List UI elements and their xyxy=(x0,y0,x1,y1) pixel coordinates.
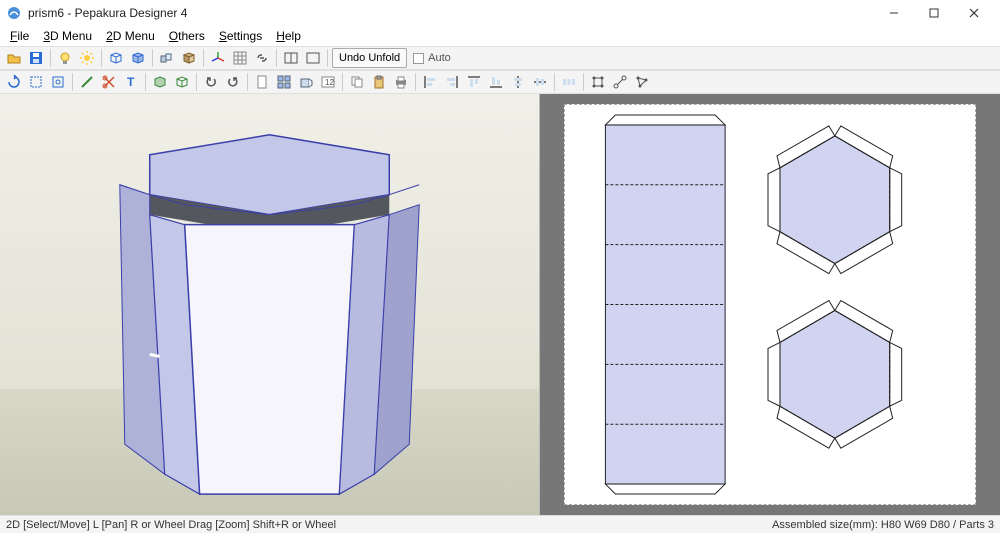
svg-text:12: 12 xyxy=(325,78,334,87)
prism-3d xyxy=(120,135,419,494)
page-icon[interactable] xyxy=(252,72,272,92)
print-icon[interactable] xyxy=(391,72,411,92)
close-button[interactable] xyxy=(954,0,994,26)
toolbar-separator xyxy=(342,73,343,91)
text-icon[interactable]: T xyxy=(121,72,141,92)
statusbar: 2D [Select/Move] L [Pan] R or Wheel Drag… xyxy=(0,515,1000,533)
toolbar-separator xyxy=(276,49,277,67)
titlebar: prism6 - Pepakura Designer 4 xyxy=(0,0,1000,26)
number-icon[interactable]: 12 xyxy=(318,72,338,92)
distribute-icon[interactable] xyxy=(559,72,579,92)
cube-wire-icon[interactable] xyxy=(106,48,126,68)
nodes-icon[interactable] xyxy=(588,72,608,92)
paste-icon[interactable] xyxy=(369,72,389,92)
status-hint: 2D [Select/Move] L [Pan] R or Wheel Drag… xyxy=(6,519,772,531)
copy-icon[interactable] xyxy=(347,72,367,92)
minimize-button[interactable] xyxy=(874,0,914,26)
cube-solid-icon[interactable] xyxy=(128,48,148,68)
redo-icon[interactable] xyxy=(223,72,243,92)
unfold-hex-top xyxy=(768,126,902,274)
save-icon[interactable] xyxy=(26,48,46,68)
paper-sheet xyxy=(564,104,976,505)
unfold-strip xyxy=(605,115,725,494)
part-cube2-icon[interactable] xyxy=(172,72,192,92)
toolbar-separator xyxy=(101,49,102,67)
cut-icon[interactable] xyxy=(99,72,119,92)
2d-pane[interactable] xyxy=(540,94,1000,515)
align-bottom-icon[interactable] xyxy=(486,72,506,92)
axes-icon[interactable] xyxy=(208,48,228,68)
window-title: prism6 - Pepakura Designer 4 xyxy=(28,6,874,20)
select-icon[interactable] xyxy=(26,72,46,92)
align-left-icon[interactable] xyxy=(420,72,440,92)
part-cube-icon[interactable] xyxy=(150,72,170,92)
menu-3d[interactable]: 3D Menu xyxy=(37,27,98,45)
layout-single-icon[interactable] xyxy=(303,48,323,68)
flap-icon[interactable] xyxy=(296,72,316,92)
toolbar-separator xyxy=(145,73,146,91)
lightbulb-icon[interactable] xyxy=(55,48,75,68)
sun-icon[interactable] xyxy=(77,48,97,68)
menu-help[interactable]: Help xyxy=(270,27,307,45)
toolbar-separator xyxy=(415,73,416,91)
link-icon[interactable] xyxy=(252,48,272,68)
toolbar-separator xyxy=(554,73,555,91)
workspace xyxy=(0,94,1000,515)
grid-icon[interactable] xyxy=(230,48,250,68)
menu-file[interactable]: File xyxy=(4,27,35,45)
svg-text:T: T xyxy=(127,75,135,89)
align-top-icon[interactable] xyxy=(464,72,484,92)
edit-edge-icon[interactable] xyxy=(77,72,97,92)
toolbar-row-2: T 12 xyxy=(0,70,1000,94)
toolbar-separator xyxy=(72,73,73,91)
graph-icon[interactable] xyxy=(632,72,652,92)
maximize-button[interactable] xyxy=(914,0,954,26)
menubar: File 3D Menu 2D Menu Others Settings Hel… xyxy=(0,26,1000,46)
window-controls xyxy=(874,0,994,26)
checkbox-icon xyxy=(413,53,424,64)
connect-icon[interactable] xyxy=(610,72,630,92)
arrange-icon[interactable] xyxy=(274,72,294,92)
align-right-icon[interactable] xyxy=(442,72,462,92)
menu-others[interactable]: Others xyxy=(163,27,211,45)
unfold-icon[interactable] xyxy=(157,48,177,68)
toolbar-separator xyxy=(196,73,197,91)
toolbar-separator xyxy=(327,49,328,67)
toolbar-separator xyxy=(583,73,584,91)
3d-viewport[interactable] xyxy=(0,94,540,515)
center-v-icon[interactable] xyxy=(530,72,550,92)
open-icon[interactable] xyxy=(4,48,24,68)
zoom-extents-icon[interactable] xyxy=(48,72,68,92)
menu-2d[interactable]: 2D Menu xyxy=(100,27,161,45)
toolbar-separator xyxy=(203,49,204,67)
undo-unfold-button[interactable]: Undo Unfold xyxy=(332,48,407,68)
center-h-icon[interactable] xyxy=(508,72,528,92)
auto-label: Auto xyxy=(428,52,451,64)
layout-split-icon[interactable] xyxy=(281,48,301,68)
status-size: Assembled size(mm): H80 W69 D80 / Parts … xyxy=(772,519,994,531)
unfold-hex-bottom xyxy=(768,301,902,449)
auto-checkbox[interactable]: Auto xyxy=(409,52,455,64)
undo-icon[interactable] xyxy=(201,72,221,92)
rotate-view-icon[interactable] xyxy=(4,72,24,92)
toolbar-row-1: Undo Unfold Auto xyxy=(0,46,1000,70)
toolbar-separator xyxy=(152,49,153,67)
app-icon xyxy=(6,5,22,21)
toolbar-separator xyxy=(50,49,51,67)
menu-settings[interactable]: Settings xyxy=(213,27,268,45)
toolbar-separator xyxy=(247,73,248,91)
box-icon[interactable] xyxy=(179,48,199,68)
